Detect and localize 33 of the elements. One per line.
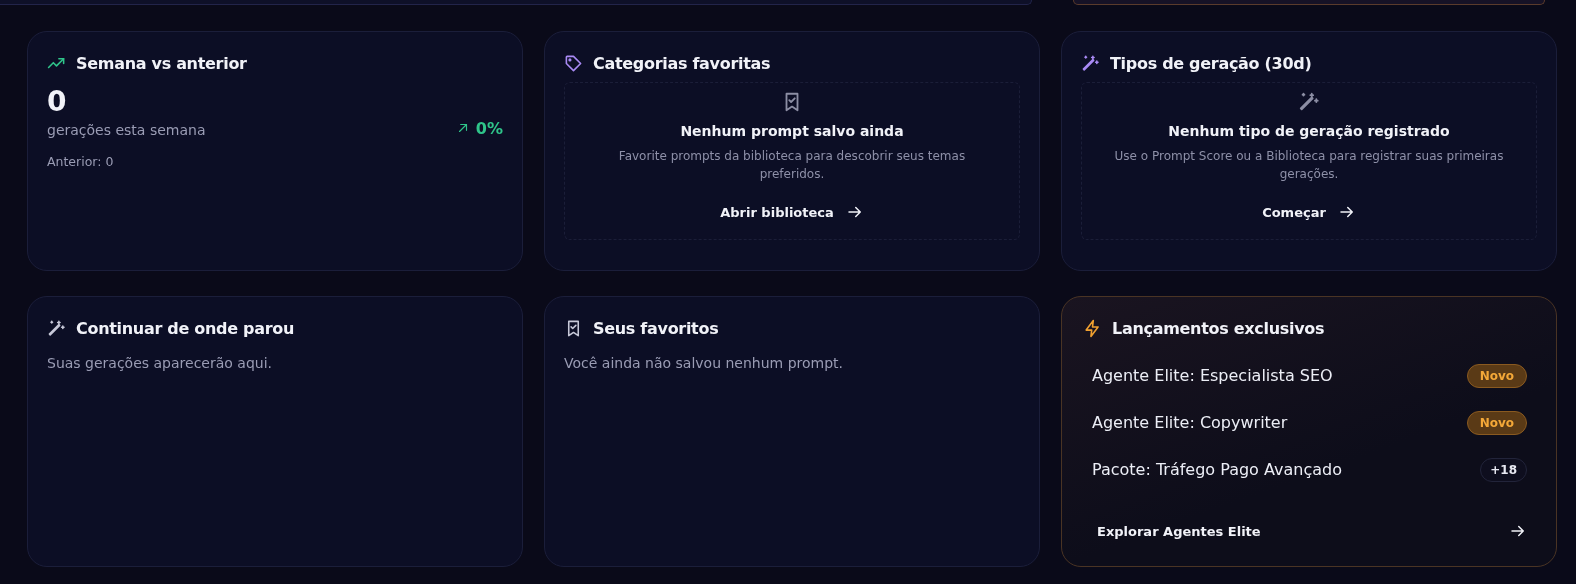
card-title: Semana vs anterior bbox=[76, 53, 247, 73]
empty-heading: Nenhum tipo de geração registrado bbox=[1168, 123, 1450, 139]
launch-item[interactable]: Agente Elite: Copywriter Novo bbox=[1092, 410, 1527, 435]
stat-caption: gerações esta semana bbox=[47, 122, 206, 138]
lightning-icon bbox=[1083, 318, 1102, 338]
new-badge: Novo bbox=[1466, 363, 1527, 388]
empty-description: Use o Prompt Score ou a Biblioteca para registrar suas primeiras gerações. bbox=[1113, 148, 1505, 183]
empty-heading: Nenhum prompt salvo ainda bbox=[680, 123, 904, 139]
magic-wand-icon bbox=[1081, 53, 1100, 73]
empty-message: Você ainda não salvou nenhum prompt. bbox=[564, 355, 845, 371]
launch-name: Agente Elite: Especialista SEO bbox=[1092, 366, 1333, 385]
stat-value: 0 bbox=[47, 86, 68, 118]
card-title: Seus favoritos bbox=[593, 318, 719, 338]
launch-item[interactable]: Agente Elite: Especialista SEO Novo bbox=[1092, 363, 1527, 388]
tag-icon bbox=[564, 53, 583, 73]
empty-description: Favorite prompts da biblioteca para descobrir seus temas preferidos. bbox=[617, 148, 967, 183]
magic-wand-icon bbox=[47, 318, 66, 338]
card-title: Categorias favoritas bbox=[593, 53, 771, 73]
launch-name: Agente Elite: Copywriter bbox=[1092, 413, 1288, 432]
card-title: Lançamentos exclusivos bbox=[1112, 318, 1325, 338]
launch-item[interactable]: Pacote: Tráfego Pago Avançado +18 bbox=[1092, 457, 1527, 482]
explore-link[interactable]: Explorar Agentes Elite bbox=[1083, 516, 1527, 546]
magic-wand-icon bbox=[1298, 91, 1320, 113]
new-badge: Novo bbox=[1466, 410, 1527, 435]
launch-name: Pacote: Tráfego Pago Avançado bbox=[1092, 460, 1342, 479]
action-link[interactable]: Começar bbox=[1254, 197, 1364, 227]
action-link[interactable]: Abrir biblioteca bbox=[712, 197, 872, 227]
previous-value: Anterior: 0 bbox=[47, 154, 115, 169]
count-badge: +18 bbox=[1480, 457, 1527, 482]
change-value: 0% bbox=[475, 118, 503, 138]
empty-message: Suas gerações aparecerão aqui. bbox=[47, 355, 273, 371]
card-title: Continuar de onde parou bbox=[76, 318, 295, 338]
card-title: Tipos de geração (30d) bbox=[1110, 53, 1312, 73]
